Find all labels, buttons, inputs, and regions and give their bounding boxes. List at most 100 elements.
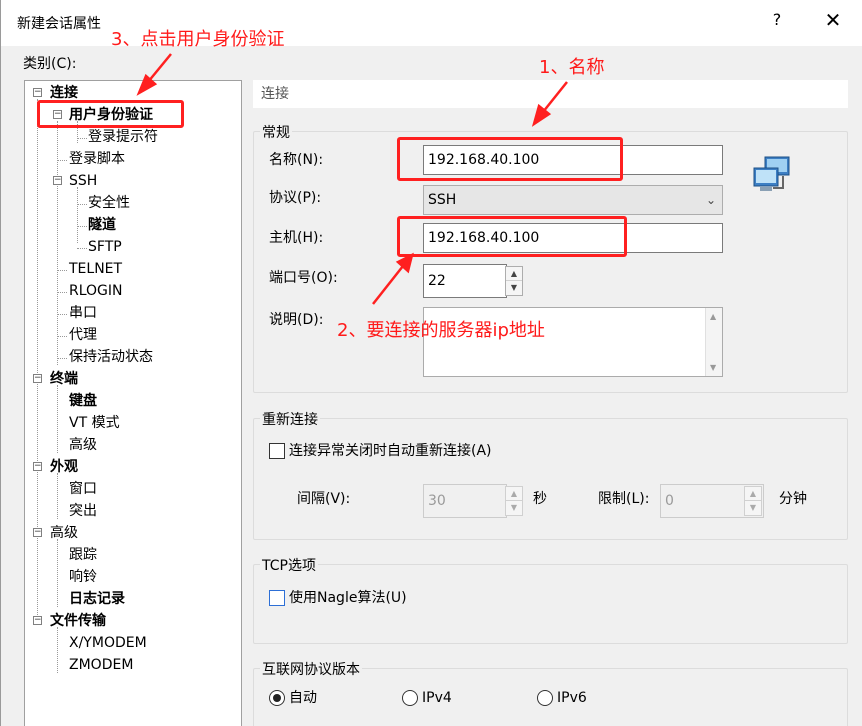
collapse-icon[interactable]: − <box>33 616 42 625</box>
ipv4-label: IPv4 <box>422 690 452 706</box>
scroll-down-icon[interactable]: ▼ <box>710 363 716 372</box>
chevron-down-icon: ⌄ <box>705 193 716 207</box>
ipv6-label: IPv6 <box>557 690 587 706</box>
tree-connector <box>57 473 58 519</box>
auth-highlight-box <box>37 100 184 128</box>
collapse-icon[interactable]: − <box>33 374 42 383</box>
tree-connector <box>57 385 58 453</box>
collapse-icon[interactable]: − <box>33 462 42 471</box>
spin-down-icon[interactable]: ▼ <box>745 501 761 515</box>
tree-item-trace[interactable]: 跟踪 <box>69 544 97 566</box>
tree-connector <box>57 292 67 293</box>
category-tree[interactable]: − − − − − − − 连接 用户身份验证 登录提示符 登录脚本 SSH 安… <box>24 80 242 726</box>
tree-connector <box>57 121 58 365</box>
host-label: 主机(H): <box>269 230 324 246</box>
tree-item-bell[interactable]: 响铃 <box>69 566 97 588</box>
tree-connector <box>77 248 87 249</box>
tree-item-advanced[interactable]: 高级 <box>69 434 97 456</box>
minutes-label: 分钟 <box>779 491 807 507</box>
name-highlight-box <box>397 137 623 181</box>
tree-item-security[interactable]: 安全性 <box>88 192 130 214</box>
protocol-select[interactable]: SSH ⌄ <box>423 185 723 215</box>
arrow-head-icon <box>531 103 552 127</box>
tree-item-vt-modes[interactable]: VT 模式 <box>69 412 120 434</box>
seconds-label: 秒 <box>533 491 547 507</box>
close-button[interactable]: ✕ <box>821 8 845 34</box>
tree-item-sftp[interactable]: SFTP <box>88 236 122 258</box>
tree-item-login-prompts[interactable]: 登录提示符 <box>88 126 158 148</box>
tree-item-serial[interactable]: 串口 <box>69 302 97 324</box>
auto-reconnect-checkbox[interactable] <box>269 443 285 459</box>
scroll-up-icon[interactable]: ▲ <box>710 312 716 321</box>
tree-item-highlight[interactable]: 突出 <box>69 500 97 522</box>
spin-up-icon[interactable]: ▲ <box>506 267 522 281</box>
nagle-checkbox[interactable] <box>269 590 285 606</box>
collapse-icon[interactable]: − <box>33 88 42 97</box>
tree-item-keyboard[interactable]: 键盘 <box>69 390 97 412</box>
interval-field[interactable]: 30 <box>423 484 507 518</box>
annotation-step1: 1、名称 <box>539 57 605 78</box>
port-field[interactable]: 22 <box>423 264 507 298</box>
window-title: 新建会话属性 <box>17 16 101 32</box>
host-highlight-box <box>397 216 627 257</box>
tree-item-xymodem[interactable]: X/YMODEM <box>69 632 147 654</box>
ipv6-radio[interactable] <box>537 690 553 706</box>
collapse-icon[interactable]: − <box>33 528 42 537</box>
tcp-group-title: TCP选项 <box>260 555 318 575</box>
tree-connector <box>57 314 67 315</box>
session-properties-dialog: 新建会话属性 ? ✕ 类别(C): − − − − − − − 连接 用户身份验… <box>0 0 862 726</box>
tree-connector <box>77 187 78 243</box>
tree-item-logging[interactable]: 日志记录 <box>69 588 125 610</box>
spin-down-icon[interactable]: ▼ <box>506 501 522 515</box>
tree-connector <box>77 204 87 205</box>
tree-item-login-scripts[interactable]: 登录脚本 <box>69 148 125 170</box>
tree-item-keepalive[interactable]: 保持活动状态 <box>69 346 153 368</box>
tree-item-window[interactable]: 窗口 <box>69 478 97 500</box>
tree-item-rlogin[interactable]: RLOGIN <box>69 280 123 302</box>
scrollbar[interactable]: ▲ ▼ <box>705 308 722 376</box>
tree-connector <box>77 138 87 139</box>
arrow-line <box>147 53 172 83</box>
tree-item-zmodem[interactable]: ZMODEM <box>69 654 133 676</box>
tree-connector <box>57 270 67 271</box>
auto-reconnect-label: 连接异常关闭时自动重新连接(A) <box>289 443 492 459</box>
category-label: 类别(C): <box>23 56 77 72</box>
collapse-icon[interactable]: − <box>53 176 62 185</box>
reconnect-group <box>253 418 848 540</box>
nagle-label: 使用Nagle算法(U) <box>289 590 407 606</box>
limit-label: 限制(L): <box>598 491 650 507</box>
tree-item-ssh[interactable]: SSH <box>69 170 97 192</box>
general-group-title: 常规 <box>260 122 292 142</box>
name-label: 名称(N): <box>269 152 324 168</box>
tree-item-tunneling[interactable]: 隧道 <box>88 214 116 236</box>
tree-item-telnet[interactable]: TELNET <box>69 258 122 280</box>
tree-connector <box>57 336 67 337</box>
tree-item-proxy[interactable]: 代理 <box>69 324 97 346</box>
interval-spinner[interactable]: ▲ ▼ <box>505 486 523 516</box>
protocol-value: SSH <box>428 192 457 208</box>
ip-auto-radio[interactable] <box>269 690 285 706</box>
interval-label: 间隔(V): <box>297 491 351 507</box>
ipv4-radio[interactable] <box>402 690 418 706</box>
tree-connector <box>57 358 67 359</box>
tree-item-advanced-root[interactable]: 高级 <box>50 522 78 544</box>
panel-header: 连接 <box>253 80 848 108</box>
tree-connector <box>37 99 38 619</box>
tree-connector <box>57 539 58 607</box>
tree-connector <box>57 160 67 161</box>
ip-version-group-title: 互联网协议版本 <box>260 659 362 679</box>
help-button[interactable]: ? <box>767 10 787 34</box>
description-label: 说明(D): <box>269 312 324 328</box>
tree-item-file-transfer[interactable]: 文件传输 <box>50 610 106 632</box>
tree-connector <box>77 226 87 227</box>
port-spinner[interactable]: ▲ ▼ <box>505 266 523 296</box>
tree-item-appearance[interactable]: 外观 <box>50 456 78 478</box>
tree-item-terminal[interactable]: 终端 <box>50 368 78 390</box>
limit-spinner[interactable]: ▲ ▼ <box>744 486 762 516</box>
network-computers-icon <box>753 156 790 191</box>
protocol-label: 协议(P): <box>269 190 322 206</box>
port-label: 端口号(O): <box>269 270 338 286</box>
spin-down-icon[interactable]: ▼ <box>506 281 522 295</box>
spin-up-icon[interactable]: ▲ <box>745 487 761 501</box>
spin-up-icon[interactable]: ▲ <box>506 487 522 501</box>
